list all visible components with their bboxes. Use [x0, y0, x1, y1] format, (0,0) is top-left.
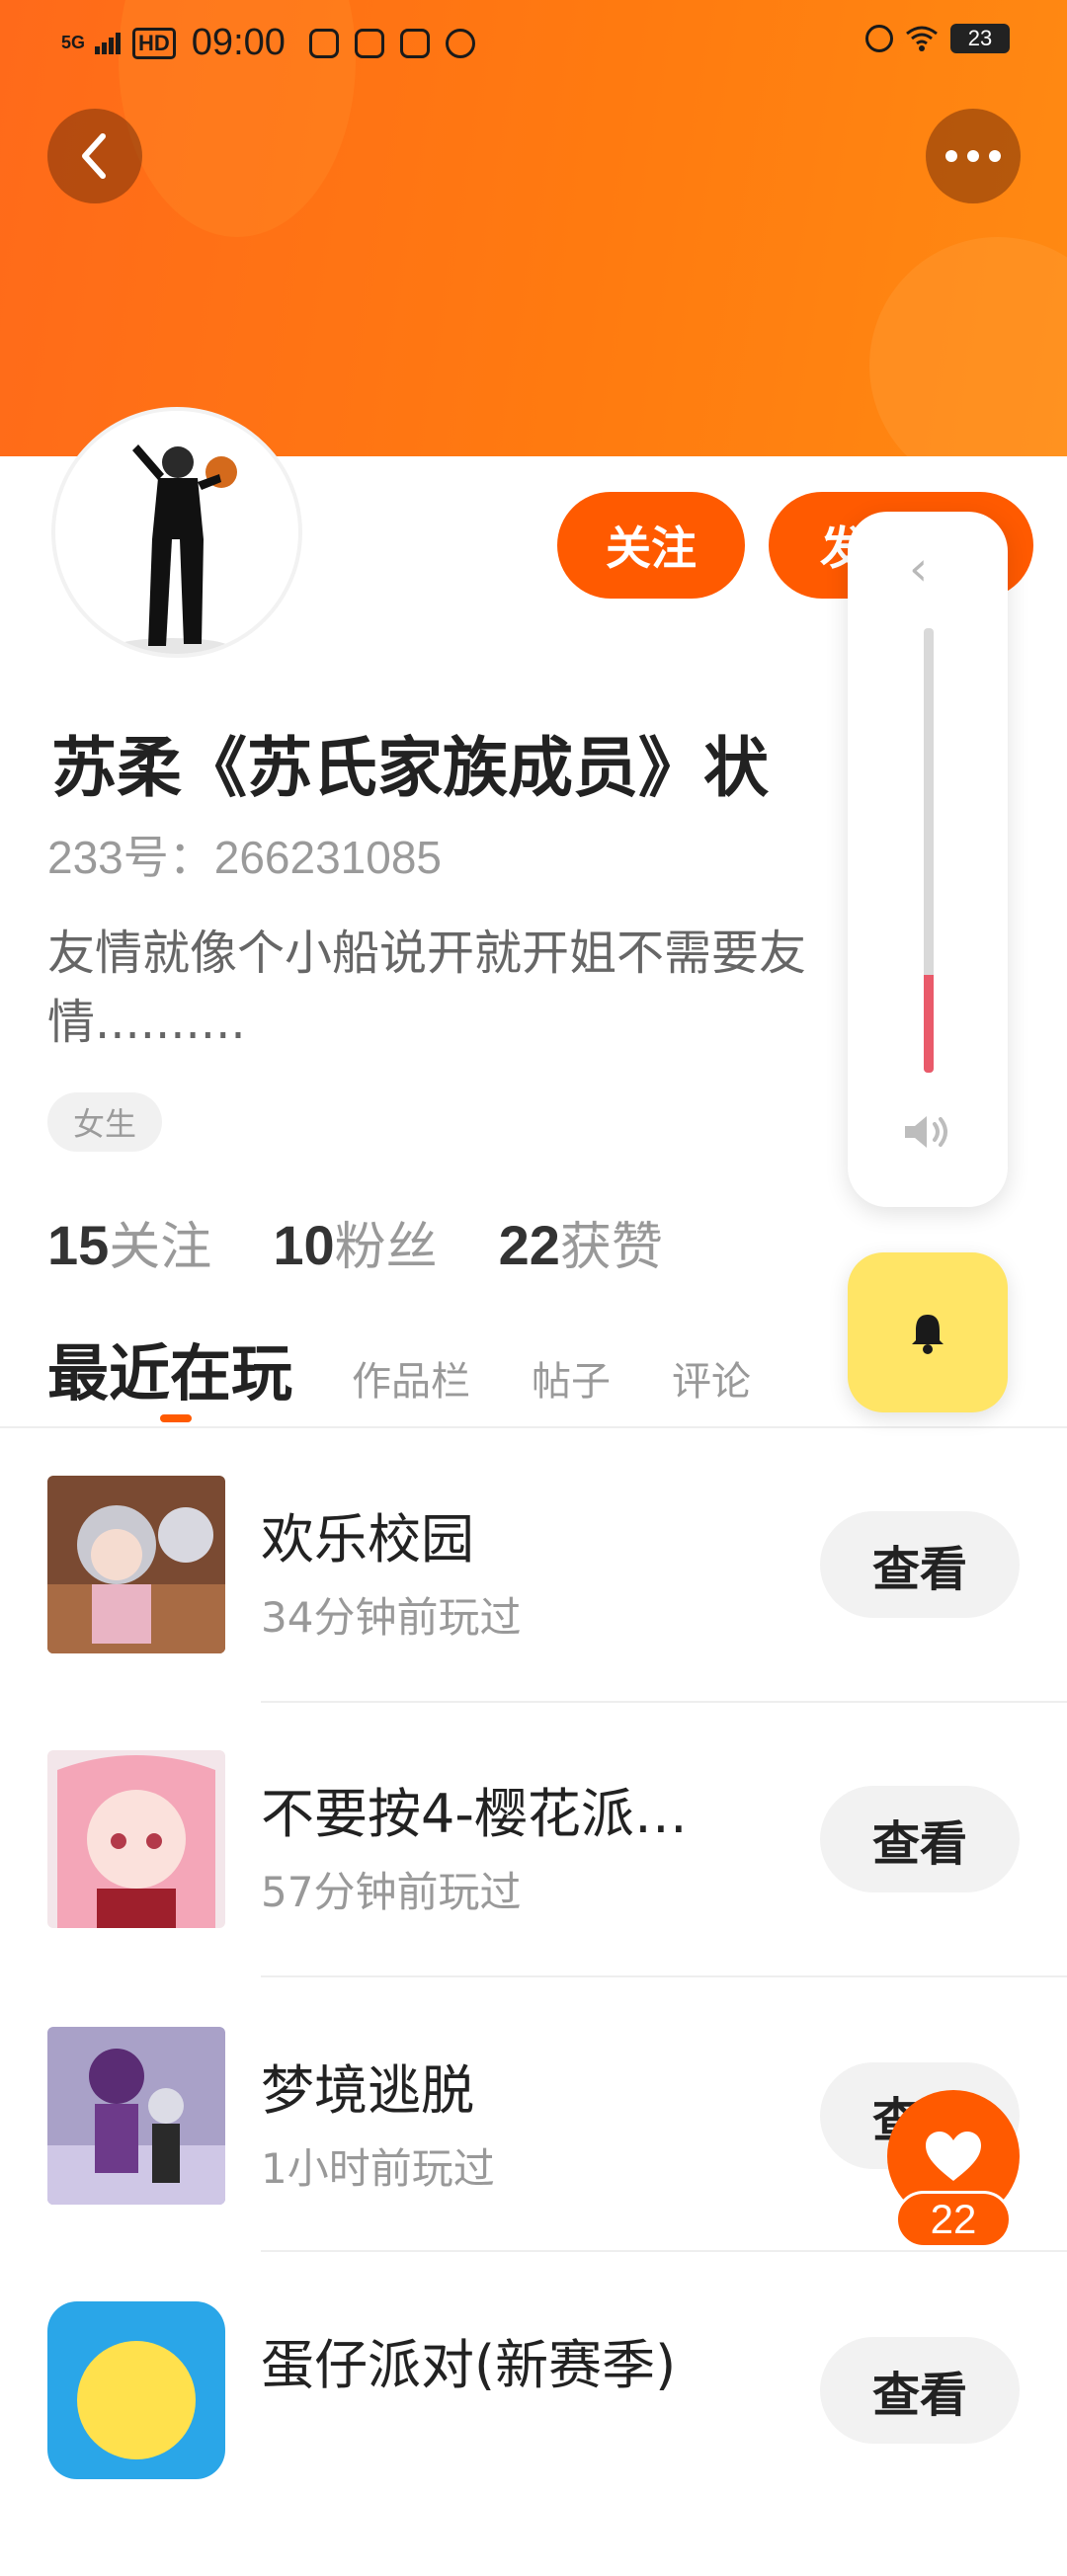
tab-active-indicator: [160, 1414, 192, 1422]
game-name: 欢乐校园: [261, 1508, 474, 1570]
list-item[interactable]: 蛋仔派对(新赛季) 查看: [0, 2301, 1067, 2576]
row-divider: [261, 1701, 1067, 1703]
gender-tag: 女生: [47, 1092, 163, 1152]
status-bar: 5G HD 09:00 23: [0, 0, 1067, 85]
chevron-left-icon: [82, 133, 106, 179]
wechat-icon: [308, 28, 339, 58]
tab-comments[interactable]: 评论: [672, 1349, 751, 1407]
tabs-divider: [0, 1426, 1067, 1428]
bell-icon: [912, 1315, 944, 1354]
speaker-icon[interactable]: [903, 1112, 954, 1152]
heart-icon: [926, 2132, 981, 2181]
more-dots-icon: [945, 150, 1001, 162]
view-button[interactable]: 查看: [820, 1511, 1020, 1618]
iqiyi-icon: [354, 28, 384, 58]
alarm-icon: [865, 25, 893, 52]
avatar-figure-image: [113, 444, 237, 654]
volume-panel[interactable]: ‹: [848, 512, 1008, 1207]
game-name: 蛋仔派对(新赛季): [261, 2334, 677, 2396]
stat-fans-label: 粉丝: [334, 1218, 438, 1277]
wifi-icon: [906, 26, 938, 51]
volume-level: [924, 975, 934, 1073]
stat-following-label: 关注: [109, 1218, 212, 1277]
stat-likes[interactable]: 22 获赞: [499, 1205, 663, 1279]
stat-fans[interactable]: 10 粉丝: [273, 1205, 437, 1279]
game-thumbnail: [47, 2301, 225, 2479]
signal-bars-icon: [95, 32, 122, 54]
follow-button[interactable]: 关注: [557, 492, 745, 599]
back-button[interactable]: [47, 109, 142, 203]
game-thumbnail: [47, 1750, 225, 1928]
stat-fans-count: 10: [273, 1214, 335, 1276]
game-last-played: 57分钟前玩过: [261, 1868, 522, 1916]
app-notification-icon: [399, 28, 430, 58]
view-button[interactable]: 查看: [820, 1786, 1020, 1892]
profile-name: 苏柔《苏氏家族成员》状: [51, 730, 769, 804]
notification-bell-button[interactable]: [848, 1252, 1008, 1412]
tab-recent-playing[interactable]: 最近在玩: [47, 1324, 293, 1422]
list-item[interactable]: 不要按4-樱花派… 57分钟前玩过 查看: [0, 1750, 1067, 2025]
chevron-left-icon[interactable]: ‹: [909, 541, 928, 597]
battery-indicator: 23: [950, 24, 1010, 53]
stat-likes-label: 获赞: [559, 1218, 663, 1277]
stat-likes-count: 22: [498, 1214, 560, 1276]
profile-stats: 15 关注 10 粉丝 22 获赞: [47, 1205, 663, 1279]
user-id: 233号：266231085: [47, 832, 442, 883]
more-button[interactable]: [926, 109, 1021, 203]
game-thumbnail: [47, 2027, 225, 2205]
tab-recent-playing-label: 最近在玩: [47, 1337, 293, 1409]
view-button[interactable]: 查看: [820, 2337, 1020, 2444]
profile-tabs: 最近在玩 作品栏 帖子 评论: [47, 1324, 812, 1422]
stat-following-count: 15: [47, 1214, 110, 1276]
signal-indicator: 5G: [61, 33, 86, 52]
volume-slider[interactable]: [924, 628, 934, 1073]
hd-badge: HD: [132, 27, 176, 59]
stat-following[interactable]: 15 关注: [47, 1205, 211, 1279]
tab-works[interactable]: 作品栏: [352, 1349, 470, 1407]
game-last-played: 34分钟前玩过: [261, 1593, 522, 1642]
game-last-played: 1小时前玩过: [261, 2144, 495, 2193]
game-name: 不要按4-樱花派…: [261, 1783, 688, 1845]
like-count: 22: [895, 2191, 1012, 2248]
list-item[interactable]: 欢乐校园 34分钟前玩过 查看: [0, 1476, 1067, 1750]
status-time: 09:00: [191, 22, 286, 63]
row-divider: [261, 2250, 1067, 2252]
compass-icon: [445, 28, 475, 58]
game-thumbnail: [47, 1476, 225, 1653]
row-divider: [261, 1975, 1067, 1977]
tab-posts[interactable]: 帖子: [532, 1349, 611, 1407]
profile-bio: 友情就像个小船说开就开姐不需要友情..........: [47, 926, 807, 1050]
avatar[interactable]: [51, 407, 302, 658]
game-name: 梦境逃脱: [261, 2059, 474, 2122]
